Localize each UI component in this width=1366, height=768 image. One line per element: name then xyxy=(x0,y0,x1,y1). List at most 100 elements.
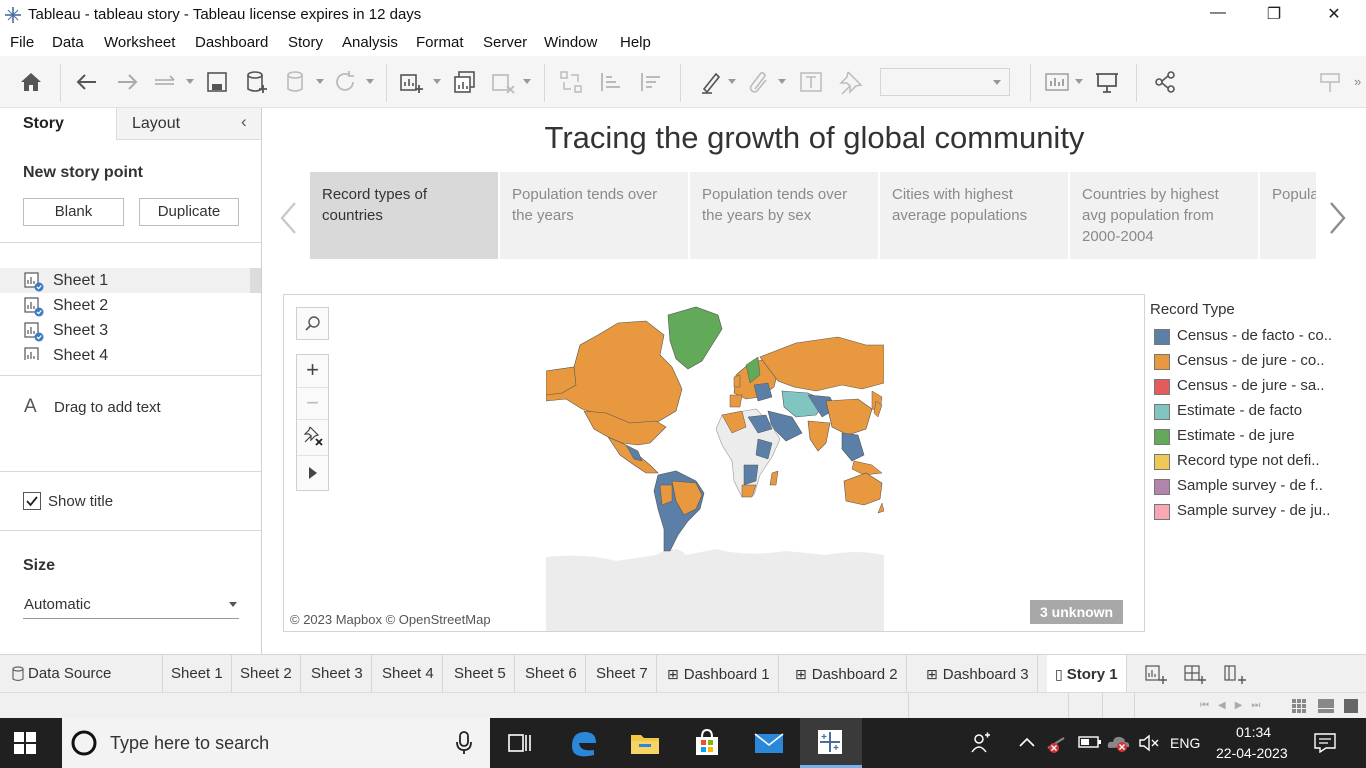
new-datasource-icon[interactable] xyxy=(244,69,270,95)
legend-item[interactable]: Sample survey - de f.. xyxy=(1151,476,1351,498)
people-icon[interactable] xyxy=(970,732,994,754)
size-dropdown[interactable]: Automatic xyxy=(23,593,239,619)
show-mark-labels-icon[interactable] xyxy=(798,69,824,95)
tab-dashboard-2[interactable]: ⊞ Dashboard 2 xyxy=(787,655,907,693)
battery-icon[interactable] xyxy=(1078,734,1102,750)
network-icon[interactable] xyxy=(1044,732,1068,754)
legend-item[interactable]: Record type not defi.. xyxy=(1151,451,1351,473)
minimize-button[interactable]: — xyxy=(1198,4,1238,26)
sort-descending-icon[interactable] xyxy=(638,69,664,95)
show-hidden-icons-icon[interactable] xyxy=(1018,734,1036,750)
save-icon[interactable] xyxy=(204,69,230,95)
tab-sheet-5[interactable]: Sheet 5 xyxy=(446,655,515,693)
sheet-list-item[interactable]: Sheet 2 xyxy=(24,295,244,317)
story-point-4[interactable]: Cities with highest average populations xyxy=(880,172,1068,259)
pin-icon[interactable] xyxy=(838,69,864,95)
collapse-pane-icon[interactable]: ‹ xyxy=(241,112,247,132)
drag-text-object[interactable]: A Drag to add text xyxy=(24,396,244,420)
language-indicator[interactable]: ENG xyxy=(1170,735,1200,751)
share-icon[interactable] xyxy=(1152,69,1178,95)
story-point-2[interactable]: Population tends over the years xyxy=(500,172,688,259)
edge-browser-icon[interactable] xyxy=(566,726,600,760)
clock-time[interactable]: 01:34 xyxy=(1236,724,1271,740)
redo-icon[interactable] xyxy=(114,69,140,95)
taskbar-search-box[interactable]: Type here to search xyxy=(62,718,490,768)
world-map[interactable] xyxy=(546,305,884,631)
menu-worksheet[interactable]: Worksheet xyxy=(104,34,175,51)
show-title-checkbox[interactable]: Show title xyxy=(23,492,223,512)
blank-button[interactable]: Blank xyxy=(23,198,124,226)
new-dashboard-tab-icon[interactable] xyxy=(1184,664,1206,684)
menu-data[interactable]: Data xyxy=(52,34,84,51)
clear-sheet-icon[interactable] xyxy=(490,69,516,95)
tab-sheet-6[interactable]: Sheet 6 xyxy=(517,655,586,693)
maximize-button[interactable]: ❐ xyxy=(1254,4,1294,26)
group-members-icon[interactable] xyxy=(746,69,772,95)
legend-item[interactable]: Estimate - de facto xyxy=(1151,401,1351,423)
fit-dropdown[interactable] xyxy=(880,68,1010,96)
menu-server[interactable]: Server xyxy=(483,34,527,51)
menu-help[interactable]: Help xyxy=(620,34,651,51)
home-icon[interactable] xyxy=(18,69,44,95)
tab-data-source[interactable]: Data Source xyxy=(0,655,163,693)
tab-sheet-3[interactable]: Sheet 3 xyxy=(303,655,372,693)
menu-file[interactable]: File xyxy=(10,34,34,51)
sheet-list-item[interactable]: Sheet 3 xyxy=(24,320,244,342)
duplicate-sheet-icon[interactable] xyxy=(452,69,478,95)
story-point-6[interactable]: Popula xyxy=(1260,172,1316,259)
map-view[interactable]: + − © 2023 Mapbox © OpenStreetMap 3 unkn… xyxy=(283,294,1145,632)
clock-date[interactable]: 22-04-2023 xyxy=(1216,745,1288,761)
show-hide-cards-icon[interactable] xyxy=(1318,69,1344,95)
show-me-icon[interactable] xyxy=(1044,69,1070,95)
story-point-5[interactable]: Countries by highest avg population from… xyxy=(1070,172,1258,259)
microphone-icon[interactable] xyxy=(454,731,474,755)
new-worksheet-icon[interactable] xyxy=(398,69,424,95)
menu-story[interactable]: Story xyxy=(288,34,323,51)
mail-icon[interactable] xyxy=(752,726,786,760)
tab-dashboard-3[interactable]: ⊞ Dashboard 3 xyxy=(918,655,1038,693)
task-view-icon[interactable] xyxy=(506,732,532,754)
tab-dashboard-1[interactable]: ⊞ Dashboard 1 xyxy=(659,655,779,693)
show-filmstrip-icon[interactable] xyxy=(1292,699,1306,713)
file-explorer-icon[interactable] xyxy=(628,726,662,760)
tab-story-1[interactable]: ▯ Story 1 xyxy=(1047,655,1127,693)
story-point-3[interactable]: Population tends over the years by sex xyxy=(690,172,878,259)
reset-map-button[interactable] xyxy=(297,419,328,451)
unknown-indicator[interactable]: 3 unknown xyxy=(1030,600,1124,624)
expand-toolbar-button[interactable] xyxy=(297,455,328,489)
menu-dashboard[interactable]: Dashboard xyxy=(195,34,268,51)
zoom-in-button[interactable]: + xyxy=(297,355,328,387)
toolbar-overflow-icon[interactable]: » xyxy=(1354,74,1361,89)
onedrive-icon[interactable] xyxy=(1106,732,1132,754)
refresh-icon[interactable] xyxy=(332,69,358,95)
menu-format[interactable]: Format xyxy=(416,34,464,51)
new-story-tab-icon[interactable] xyxy=(1224,664,1246,684)
legend-item[interactable]: Census - de facto - co.. xyxy=(1151,326,1351,348)
map-search-button[interactable] xyxy=(296,307,329,340)
swap-icon[interactable] xyxy=(152,69,178,95)
story-point-1[interactable]: Record types of countries xyxy=(310,172,498,259)
legend-item[interactable]: Census - de jure - sa.. xyxy=(1151,376,1351,398)
volume-muted-icon[interactable] xyxy=(1138,733,1160,753)
menu-window[interactable]: Window xyxy=(544,34,597,51)
tab-sheet-2[interactable]: Sheet 2 xyxy=(232,655,301,693)
highlight-icon[interactable] xyxy=(698,69,724,95)
swap-rows-columns-icon[interactable] xyxy=(558,69,584,95)
show-sheet-sorter-icon[interactable] xyxy=(1318,699,1334,713)
tab-story[interactable]: Story xyxy=(0,108,116,140)
new-worksheet-tab-icon[interactable] xyxy=(1145,664,1167,684)
menu-analysis[interactable]: Analysis xyxy=(342,34,398,51)
close-button[interactable]: ✕ xyxy=(1314,4,1354,26)
map-attribution[interactable]: © 2023 Mapbox © OpenStreetMap xyxy=(288,612,493,627)
presentation-mode-icon[interactable] xyxy=(1094,69,1120,95)
sheet-navigation-icon[interactable]: ⏮◀▶⏭ xyxy=(1200,700,1269,711)
legend-item[interactable]: Sample survey - de ju.. xyxy=(1151,501,1351,523)
previous-story-point-icon[interactable] xyxy=(277,200,299,236)
legend-item[interactable]: Census - de jure - co.. xyxy=(1151,351,1351,373)
sort-ascending-icon[interactable] xyxy=(598,69,624,95)
next-story-point-icon[interactable] xyxy=(1327,200,1349,236)
show-tabs-icon[interactable] xyxy=(1344,699,1358,713)
sheet-list-item[interactable]: Sheet 1 xyxy=(24,270,244,292)
zoom-out-button[interactable]: − xyxy=(297,387,328,419)
sheet-list-item[interactable]: Sheet 4 xyxy=(24,345,244,360)
